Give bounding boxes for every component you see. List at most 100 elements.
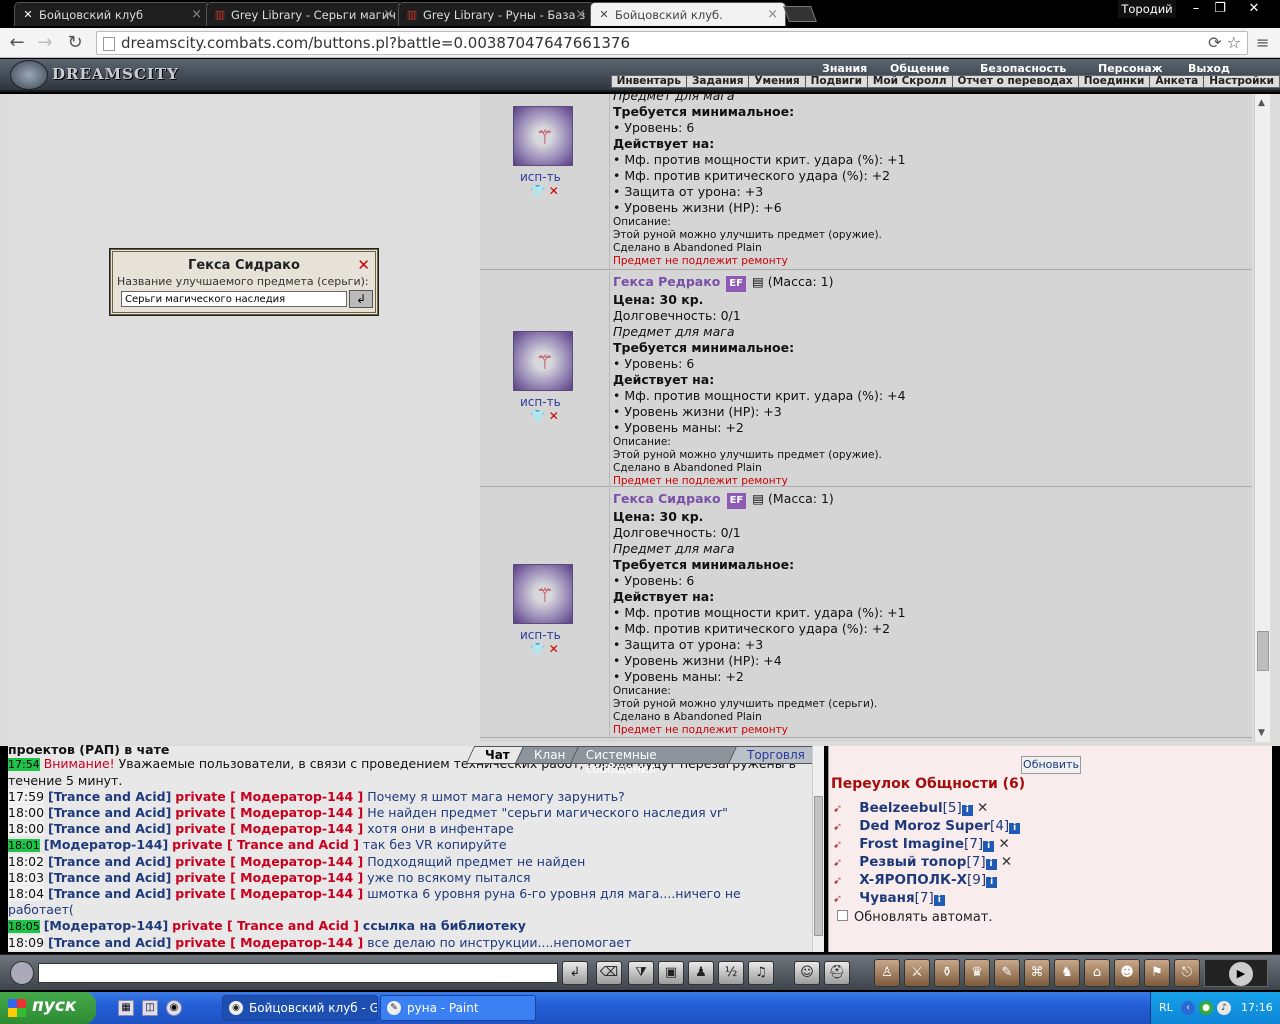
private-message-icon[interactable]: ➹ — [833, 820, 855, 833]
private-message-icon[interactable]: ➹ — [833, 874, 855, 887]
start-button[interactable]: пуск — [0, 992, 96, 1024]
delete-icon[interactable]: ✕ — [549, 184, 559, 198]
info-icon[interactable]: i — [1009, 823, 1021, 834]
volume-icon[interactable]: ♪ — [1217, 1001, 1231, 1015]
menu-security[interactable]: Безопасность — [980, 62, 1066, 75]
window-close-icon[interactable]: ✕ — [1240, 0, 1268, 18]
scroll-down-icon[interactable]: ▼ — [1258, 728, 1265, 738]
use-button[interactable]: исп-ть — [520, 628, 561, 642]
submenu-inventory[interactable]: Инвентарь — [612, 76, 687, 87]
submenu-quests[interactable]: Задания — [687, 76, 750, 87]
submenu-skills[interactable]: Умения — [749, 76, 806, 87]
menu-exit[interactable]: Выход — [1188, 62, 1230, 75]
fraction-icon[interactable]: ½ — [718, 961, 744, 985]
auto-refresh-toggle[interactable]: Обновлять автомат. — [837, 910, 993, 925]
language-indicator[interactable]: RL — [1159, 1001, 1173, 1014]
browser-tab-4[interactable]: ✕ Бойцовский клуб. × — [590, 2, 786, 26]
scroll-thumb[interactable] — [814, 796, 823, 936]
private-message-icon[interactable]: ➹ — [833, 802, 855, 815]
reload-ext-icon[interactable]: ⟳ — [1208, 33, 1221, 52]
close-icon[interactable]: × — [383, 7, 394, 22]
scroll-up-icon[interactable]: ▲ — [1258, 98, 1265, 108]
friends-icon[interactable]: ☻ — [1114, 959, 1140, 987]
task-chrome[interactable]: ◉ Бойцовский клуб - G... — [222, 995, 378, 1021]
save-icon[interactable]: ▣ — [658, 961, 684, 985]
info-icon[interactable]: i — [961, 805, 973, 816]
back-arrow-icon[interactable]: ← — [6, 32, 28, 54]
close-icon[interactable]: ✕ — [998, 836, 1009, 852]
filter-icon[interactable]: ⧩ — [628, 961, 654, 985]
item-name-input[interactable] — [121, 291, 347, 307]
submenu-scroll[interactable]: Мой Скролл — [868, 76, 953, 87]
browser-tab-3[interactable]: ▥ Grey Library - Руны - База з × — [398, 2, 594, 26]
tab-system[interactable]: Системные сообщения — [569, 746, 743, 776]
quicklaunch-icon[interactable]: ▦ — [118, 1000, 134, 1016]
delete-icon[interactable]: ✕ — [549, 409, 559, 423]
site-logo[interactable]: DREAMSCITY — [52, 65, 179, 83]
knight-icon[interactable]: ♞ — [1054, 959, 1080, 987]
fighter-icon[interactable]: ♟ — [688, 961, 714, 985]
copy-icon[interactable]: ▤ — [752, 274, 764, 289]
play-icon[interactable]: ▶ — [1229, 962, 1253, 986]
smiley-icon[interactable]: ☺ — [794, 961, 820, 985]
info-icon[interactable]: i — [986, 877, 998, 888]
tab-trade[interactable]: Торговля — [727, 746, 825, 764]
menu-character[interactable]: Персонаж — [1098, 62, 1163, 75]
map-icon[interactable]: ⌘ — [1024, 959, 1050, 987]
chat-scrollbar[interactable] — [812, 746, 824, 952]
exit-icon[interactable]: ⎋ — [1174, 959, 1200, 987]
eraser-icon[interactable]: ⌫ — [596, 961, 622, 985]
wear-icon[interactable]: 👕 — [530, 184, 545, 198]
browser-tab-2[interactable]: ▥ Grey Library - Серьги магич × — [206, 2, 402, 26]
chat-input[interactable] — [38, 963, 558, 983]
items-scrollbar[interactable]: ▲ ▼ — [1254, 94, 1270, 742]
star-icon[interactable]: ☆ — [1227, 33, 1241, 52]
scroll-thumb[interactable] — [1257, 631, 1269, 671]
reload-icon[interactable]: ↻ — [64, 32, 86, 54]
flag-icon[interactable]: ⚑ — [1144, 959, 1170, 987]
delete-icon[interactable]: ✕ — [549, 642, 559, 656]
battle-icon[interactable]: ⚔ — [904, 959, 930, 987]
private-message-icon[interactable]: ➹ — [833, 838, 855, 851]
copy-icon[interactable]: ▤ — [752, 491, 764, 506]
close-icon[interactable]: × — [191, 7, 202, 22]
chrome-icon[interactable]: ◉ — [166, 1000, 182, 1016]
close-icon[interactable]: ✕ — [357, 256, 370, 274]
close-icon[interactable]: ✕ — [1001, 854, 1012, 870]
use-button[interactable]: исп-ть — [520, 395, 561, 409]
address-bar[interactable]: dreamscity.combats.com/buttons.pl?battle… — [96, 31, 1248, 55]
item-name[interactable]: Гекса Сидрако — [613, 491, 721, 506]
close-icon[interactable]: ✕ — [977, 800, 988, 816]
clan-icon[interactable]: ♛ — [964, 959, 990, 987]
submenu-fights[interactable]: Поединки — [1079, 76, 1151, 87]
inventory-icon[interactable]: ⚱ — [934, 959, 960, 987]
submenu-profile[interactable]: Анкета — [1150, 76, 1205, 87]
send-icon[interactable]: ↲ — [562, 961, 588, 985]
browser-tab-1[interactable]: ✕ Бойцовский клуб × — [14, 2, 210, 26]
wear-icon[interactable]: 👕 — [530, 642, 545, 656]
new-tab-button[interactable] — [783, 6, 817, 22]
info-icon[interactable]: i — [983, 841, 995, 852]
task-paint[interactable]: ✎ руна - Paint — [380, 995, 536, 1021]
checkbox[interactable] — [837, 910, 848, 921]
restore-icon[interactable]: ❐ — [1206, 0, 1234, 18]
menu-icon[interactable]: ≡ — [1256, 33, 1269, 52]
character-icon[interactable]: ♙ — [874, 959, 900, 987]
tray-arrow-icon[interactable]: ‹ — [1181, 1001, 1195, 1015]
quicklaunch-icon[interactable]: ◫ — [142, 1000, 158, 1016]
submenu-transfers[interactable]: Отчет о переводах — [953, 76, 1079, 87]
wear-icon[interactable]: 👕 — [530, 409, 545, 423]
submit-button[interactable]: ↲ — [349, 290, 373, 308]
close-icon[interactable]: × — [575, 7, 586, 22]
clockwinner-widget[interactable]: ▶ — [1204, 959, 1268, 987]
submenu-settings[interactable]: Настройки — [1204, 76, 1279, 87]
forward-arrow-icon[interactable]: → — [34, 32, 56, 54]
menu-communication[interactable]: Общение — [890, 62, 949, 75]
use-button[interactable]: исп-ть — [520, 170, 561, 184]
info-icon[interactable]: i — [985, 859, 997, 870]
item-name[interactable]: Гекса Редрако — [613, 274, 720, 289]
close-icon[interactable]: × — [767, 7, 778, 22]
music-icon[interactable]: ♫ — [748, 961, 774, 985]
chat-smile-icon[interactable] — [10, 961, 34, 985]
profile-button[interactable]: Тородий — [1118, 0, 1176, 18]
